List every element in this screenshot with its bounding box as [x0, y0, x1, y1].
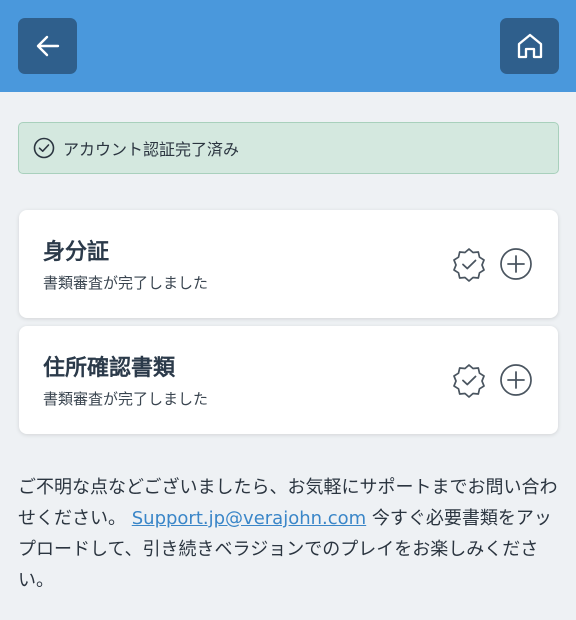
banner-text: アカウント認証完了済み [63, 140, 240, 159]
support-message: ご不明な点などございましたら、お気軽にサポートまでお問い合わせください。 Sup… [18, 472, 563, 596]
home-icon [517, 33, 542, 59]
arrow-left-icon [36, 35, 59, 57]
top-bar [0, 0, 576, 92]
document-card-id: 身分証 書類審査が完了しました [19, 210, 558, 318]
document-title: 身分証 [43, 240, 110, 265]
home-button[interactable] [500, 18, 559, 74]
verification-complete-banner: アカウント認証完了済み [18, 122, 559, 174]
support-email-link[interactable]: Support.jp@verajohn.com [132, 508, 366, 529]
document-status: 書類審査が完了しました [43, 390, 209, 408]
plus-circle-icon[interactable] [499, 247, 533, 281]
document-card-address: 住所確認書類 書類審査が完了しました [19, 326, 558, 434]
back-button[interactable] [18, 18, 77, 74]
document-title: 住所確認書類 [43, 356, 176, 381]
verified-badge-icon [453, 248, 485, 282]
check-circle-icon [33, 137, 55, 159]
verified-badge-icon [453, 364, 485, 398]
plus-circle-icon[interactable] [499, 363, 533, 397]
document-status: 書類審査が完了しました [43, 274, 209, 292]
